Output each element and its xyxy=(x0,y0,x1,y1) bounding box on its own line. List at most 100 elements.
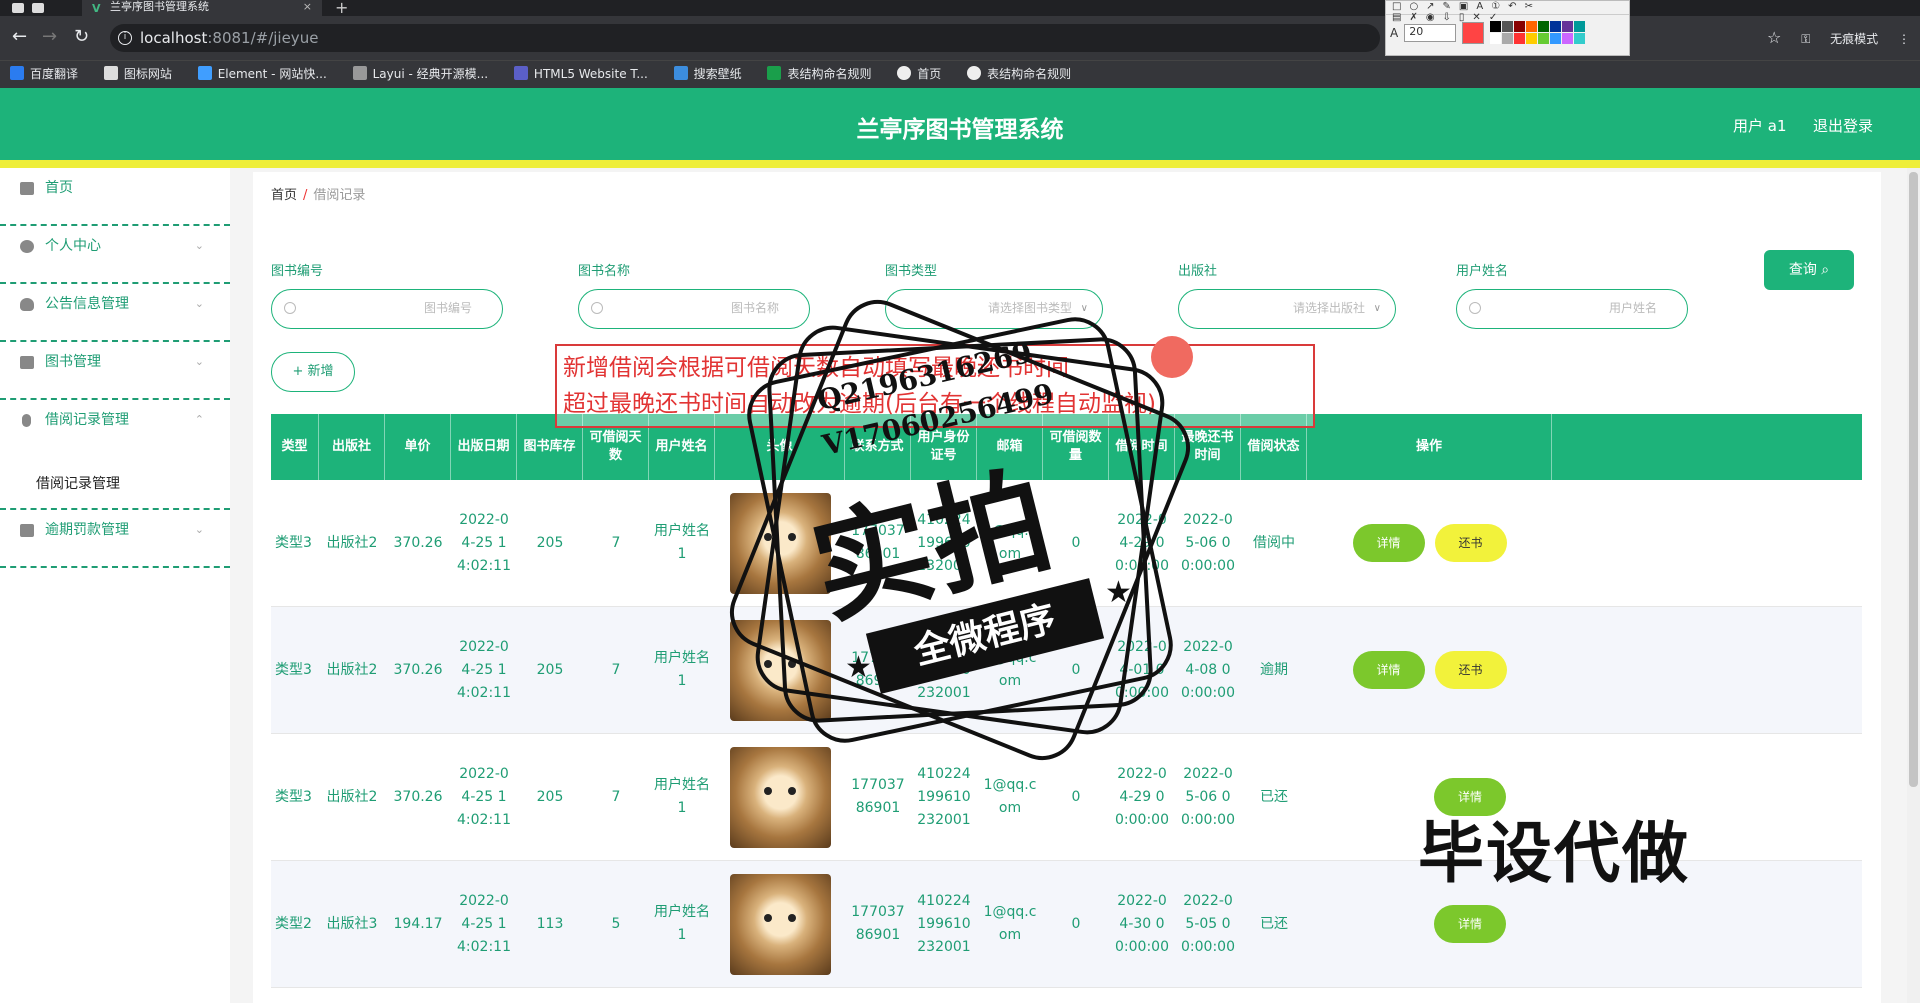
sidebar-item-fines[interactable]: 逾期罚款管理 ⌄ xyxy=(0,510,230,568)
layui-icon xyxy=(352,66,367,80)
cell-actions: 详情 还书 xyxy=(1307,480,1552,606)
cell-type: 类型2 xyxy=(275,915,312,932)
url-input[interactable]: i localhost:8081/#/jieyue xyxy=(110,24,1380,52)
cell-price: 194.17 xyxy=(393,915,443,932)
book-no-input[interactable]: 图书编号 xyxy=(271,289,503,329)
sheet-icon xyxy=(767,66,782,80)
return-book-button[interactable]: 还书 xyxy=(1434,524,1507,562)
star-icon[interactable]: ☆ xyxy=(1767,28,1781,47)
mic-icon xyxy=(22,414,31,427)
globe-icon xyxy=(897,66,912,80)
cell-pub-date: 2022-04-25 14:02:11 xyxy=(457,765,511,828)
more-icon[interactable]: ⋮ xyxy=(1898,32,1910,46)
cell-publisher: 出版社2 xyxy=(326,534,378,551)
sidebar-item-notice[interactable]: 公告信息管理 ⌄ xyxy=(0,284,230,342)
bookmark-item[interactable]: HTML5 Website T... xyxy=(513,61,648,87)
sidebar-item-label: 逾期罚款管理 xyxy=(45,522,129,538)
window-controls xyxy=(12,0,72,16)
bookmark-item[interactable]: 百度翻译 xyxy=(10,61,78,87)
bookmark-item[interactable]: 表结构命名规则 xyxy=(767,61,871,87)
cell-stock: 113 xyxy=(536,915,564,932)
key-icon[interactable]: ⚿ xyxy=(1801,32,1810,46)
chevron-down-icon: ⌄ xyxy=(194,239,204,252)
page-scrollbar[interactable] xyxy=(1907,168,1920,1003)
search-icon xyxy=(591,302,603,314)
text-tool-icon[interactable]: A xyxy=(1390,26,1398,40)
chevron-down-icon: ⌄ xyxy=(194,355,204,368)
bookmark-item[interactable]: Element - 网站快... xyxy=(197,61,327,87)
cell-stock: 205 xyxy=(536,534,564,551)
forward-icon[interactable]: → xyxy=(42,26,57,47)
filter-label-user-name: 用户姓名 xyxy=(1456,264,1509,279)
window-icon[interactable] xyxy=(12,3,24,13)
cell-status: 借阅中 xyxy=(1253,534,1295,551)
watermark-stamp: Q2196316269 V17060256499 实拍 全微程序 ★ ★ xyxy=(715,285,1205,771)
back-icon[interactable]: ← xyxy=(12,26,27,47)
user-name-input[interactable]: 用户姓名 xyxy=(1456,289,1688,329)
cell-status: 逾期 xyxy=(1260,661,1288,678)
current-user[interactable]: 用户 a1 xyxy=(1733,115,1787,136)
scrollbar-thumb[interactable] xyxy=(1909,172,1918,787)
incognito-label[interactable]: 无痕模式 xyxy=(1830,32,1878,46)
cell-status: 已还 xyxy=(1260,915,1288,932)
query-button[interactable]: 查询 ⌕ xyxy=(1764,250,1854,290)
detail-button[interactable]: 详情 xyxy=(1352,524,1425,562)
sidebar-subitem-borrow-records[interactable]: 借阅记录管理 xyxy=(0,458,230,510)
column-header: 出版社 xyxy=(319,414,385,480)
star-icon: ★ xyxy=(845,650,872,685)
bookmark-item[interactable]: Layui - 经典开源模... xyxy=(352,61,488,87)
bookmark-item[interactable]: 表结构命名规则 xyxy=(967,61,1071,87)
font-size-select[interactable]: 20 xyxy=(1404,23,1457,42)
browser-actions: ☆ ⚿ 无痕模式 ⋮ xyxy=(1751,28,1910,47)
breadcrumb-current: 借阅记录 xyxy=(313,188,366,203)
info-icon[interactable]: i xyxy=(118,31,132,45)
publisher-select[interactable]: 请选择出版社 ∨ xyxy=(1178,289,1396,329)
return-book-button[interactable]: 还书 xyxy=(1434,651,1507,689)
close-icon[interactable]: × xyxy=(303,0,312,14)
window-icon[interactable] xyxy=(32,3,44,13)
cell-price: 370.26 xyxy=(393,534,443,551)
cell-type: 类型3 xyxy=(275,534,312,551)
detail-button[interactable]: 详情 xyxy=(1434,905,1506,943)
grid-icon xyxy=(20,356,34,369)
column-header: 操作 xyxy=(1307,414,1552,480)
cell-email: 1@qq.com xyxy=(983,904,1037,943)
sidebar-item-profile[interactable]: 个人中心 ⌄ xyxy=(0,226,230,284)
header-accent-stripe xyxy=(0,160,1920,168)
browser-tab[interactable]: V 兰亭序图书管理系统 × xyxy=(82,0,322,16)
cell-stock: 205 xyxy=(536,661,564,678)
chevron-up-icon: ⌃ xyxy=(194,413,204,426)
cell-stock: 205 xyxy=(536,788,564,805)
breadcrumb-home[interactable]: 首页 xyxy=(271,188,297,203)
url-host: localhost xyxy=(140,29,208,47)
current-color-swatch[interactable] xyxy=(1462,21,1485,44)
sidebar-item-label: 个人中心 xyxy=(45,238,101,254)
corner-watermark: 毕设代做 xyxy=(1418,815,1690,892)
cell-user: 用户姓名1 xyxy=(654,650,710,689)
filter-label-publisher: 出版社 xyxy=(1178,264,1218,279)
bookmark-item[interactable]: 首页 xyxy=(897,61,941,87)
chevron-down-icon: ⌄ xyxy=(194,523,204,536)
cell-publisher: 出版社3 xyxy=(326,915,378,932)
chevron-down-icon: ⌄ xyxy=(194,297,204,310)
detail-button[interactable]: 详情 xyxy=(1352,651,1425,689)
tab-title: 兰亭序图书管理系统 xyxy=(110,0,209,13)
cell-type: 类型3 xyxy=(275,661,312,678)
reload-icon[interactable]: ↻ xyxy=(74,26,89,47)
bookmark-item[interactable]: 搜索壁纸 xyxy=(673,61,742,87)
browser-tab-bar: V 兰亭序图书管理系统 × + xyxy=(0,0,1920,17)
palette-tools[interactable]: □○↗✎▣A①↶✂▤✗◉⇩▯✕✓ xyxy=(1386,1,1629,23)
add-button[interactable]: + 新增 xyxy=(271,352,355,392)
app-title: 兰亭序图书管理系统 xyxy=(856,117,1064,143)
filter-label-book-no: 图书编号 xyxy=(271,264,324,279)
wallpaper-icon xyxy=(673,66,688,80)
bookmark-item[interactable]: 图标网站 xyxy=(103,61,172,87)
sidebar-item-borrow[interactable]: 借阅记录管理 ⌃ xyxy=(0,400,230,458)
sidebar-item-books[interactable]: 图书管理 ⌄ xyxy=(0,342,230,400)
logout-button[interactable]: 退出登录 xyxy=(1813,115,1873,136)
sidebar-item-home[interactable]: 首页 xyxy=(0,168,230,226)
color-swatches[interactable] xyxy=(1490,21,1586,44)
cell-pub-date: 2022-04-25 14:02:11 xyxy=(457,892,511,955)
html5-icon xyxy=(513,66,528,80)
new-tab-button[interactable]: + xyxy=(335,0,348,17)
